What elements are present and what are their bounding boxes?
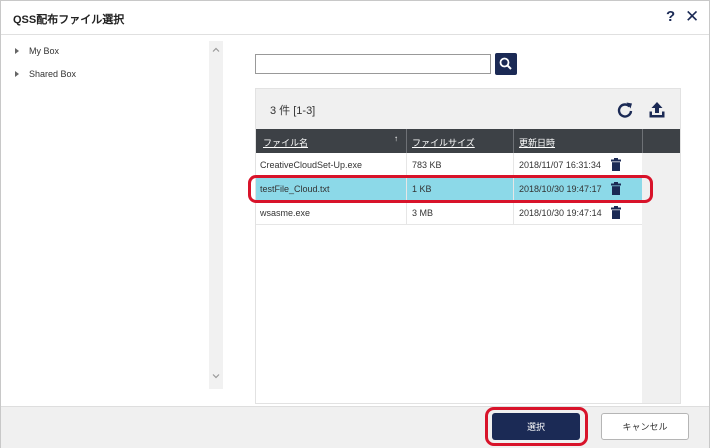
column-divider: [513, 201, 514, 225]
file-list-panel: 3 件 [1-3] ファイル名 ↑ ファイルサイズ 更新日時 CreativeC…: [255, 88, 681, 404]
file-select-dialog: QSS配布ファイル選択 ? ✕ My Box Shared Box 3 件 [1…: [0, 0, 710, 448]
file-size: 1 KB: [412, 184, 432, 194]
file-modified: 2018/10/30 19:47:17: [519, 184, 602, 194]
search-input[interactable]: [255, 54, 491, 74]
expand-arrow-icon[interactable]: [15, 71, 19, 77]
column-divider: [406, 153, 407, 177]
search-button[interactable]: [495, 53, 517, 75]
tree-item-my-box[interactable]: My Box: [15, 46, 59, 56]
column-divider: [513, 129, 514, 153]
table-row[interactable]: testFile_Cloud.txt 1 KB 2018/10/30 19:47…: [256, 177, 642, 201]
dialog-title: QSS配布ファイル選択: [13, 14, 125, 26]
select-button[interactable]: 選択: [492, 413, 580, 440]
refresh-icon[interactable]: [616, 101, 634, 119]
column-divider: [406, 129, 407, 153]
tree-scrollbar[interactable]: [209, 41, 223, 389]
cancel-button[interactable]: キャンセル: [601, 413, 689, 440]
file-name: CreativeCloudSet-Up.exe: [260, 160, 363, 170]
file-count: 3 件 [1-3]: [270, 105, 316, 117]
column-divider: [642, 129, 643, 153]
table-row[interactable]: CreativeCloudSet-Up.exe 783 KB 2018/11/0…: [256, 153, 642, 177]
tree-item-label: Shared Box: [29, 69, 77, 79]
expand-arrow-icon[interactable]: [15, 48, 19, 54]
close-icon[interactable]: ✕: [685, 7, 699, 27]
column-header-name[interactable]: ファイル名: [263, 136, 308, 149]
file-name: testFile_Cloud.txt: [260, 184, 330, 194]
column-header-modified[interactable]: 更新日時: [519, 136, 555, 149]
trash-icon[interactable]: [610, 206, 622, 219]
tree-item-label: My Box: [29, 46, 60, 56]
dialog-titlebar: QSS配布ファイル選択 ? ✕: [1, 1, 709, 35]
folder-tree: My Box Shared Box: [1, 36, 209, 405]
help-icon[interactable]: ?: [666, 8, 675, 25]
table-header: ファイル名 ↑ ファイルサイズ 更新日時: [256, 129, 680, 153]
sort-ascending-icon[interactable]: ↑: [394, 134, 398, 143]
column-header-size[interactable]: ファイルサイズ: [412, 136, 475, 149]
search-icon: [499, 57, 512, 70]
file-modified: 2018/11/07 16:31:34: [519, 160, 601, 170]
table-row[interactable]: wsasme.exe 3 MB 2018/10/30 19:47:14: [256, 201, 642, 225]
file-table-body: CreativeCloudSet-Up.exe 783 KB 2018/11/0…: [256, 153, 642, 403]
column-divider: [406, 177, 407, 201]
file-name: wsasme.exe: [260, 208, 311, 218]
trash-icon[interactable]: [610, 158, 622, 171]
file-modified: 2018/10/30 19:47:14: [519, 208, 602, 218]
column-divider: [513, 177, 514, 201]
file-size: 3 MB: [412, 208, 434, 218]
column-divider: [406, 201, 407, 225]
file-size: 783 KB: [412, 160, 442, 170]
tree-item-shared-box[interactable]: Shared Box: [15, 69, 76, 79]
upload-icon[interactable]: [648, 101, 666, 119]
trash-icon[interactable]: [610, 182, 622, 195]
scroll-down-icon[interactable]: [211, 371, 221, 381]
column-divider: [513, 153, 514, 177]
scroll-up-icon[interactable]: [211, 45, 221, 55]
